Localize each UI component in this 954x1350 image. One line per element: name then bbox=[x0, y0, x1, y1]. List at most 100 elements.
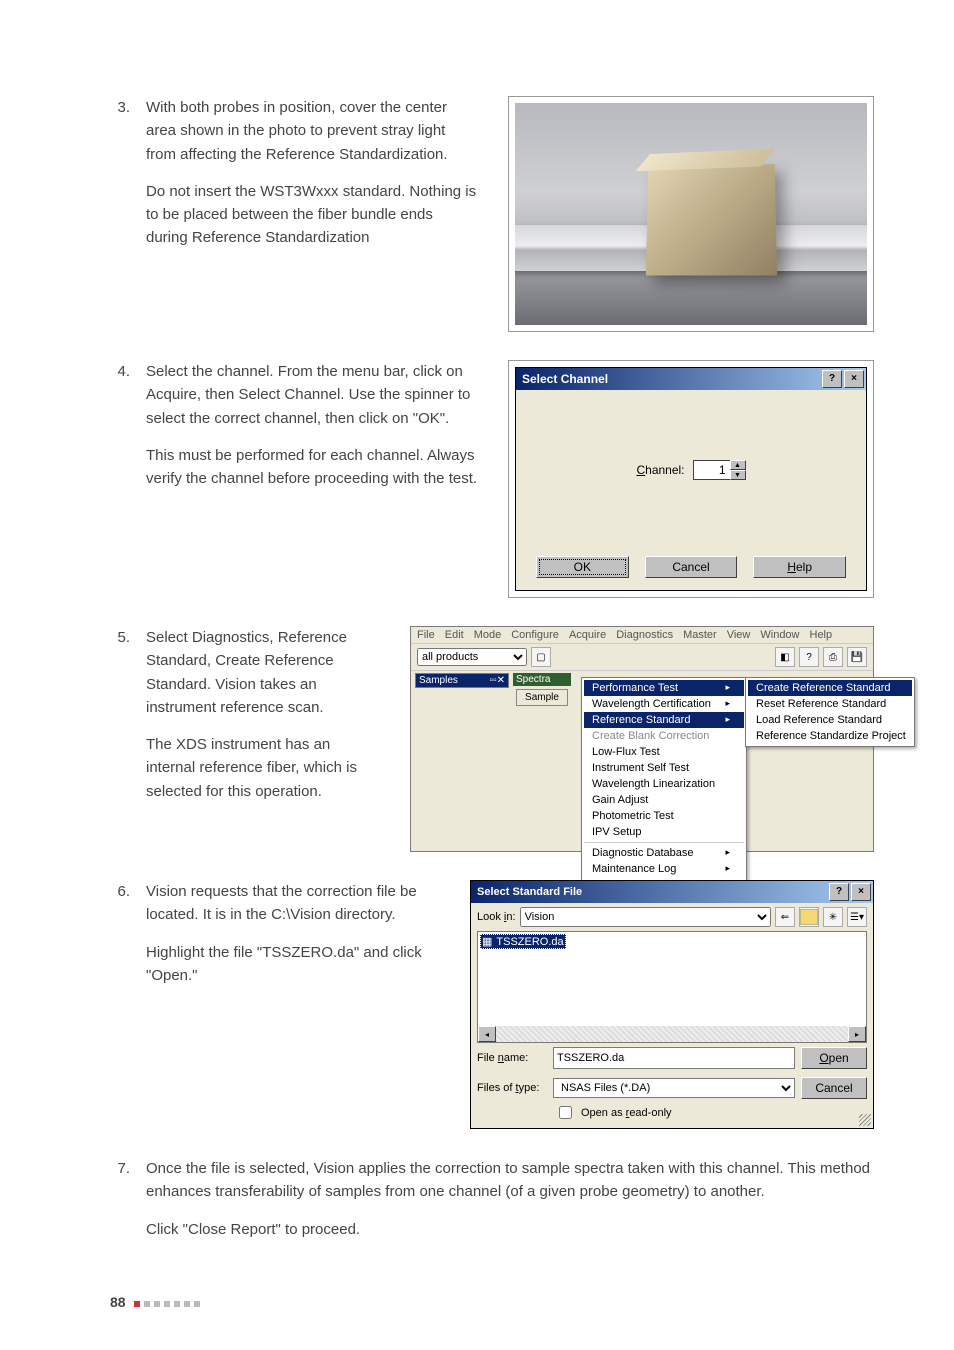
dialog-title: Select Standard File bbox=[477, 886, 582, 898]
photo-frame bbox=[508, 96, 874, 332]
channel-spinner[interactable]: ▲ ▼ bbox=[693, 460, 746, 480]
menu-edit[interactable]: Edit bbox=[445, 629, 464, 641]
menu-help[interactable]: Help bbox=[810, 629, 833, 641]
help-icon[interactable]: ? bbox=[829, 883, 849, 901]
menu-master[interactable]: Master bbox=[683, 629, 717, 641]
filetype-label: Files of type: bbox=[477, 1082, 547, 1094]
step-text: Click "Close Report" to proceed. bbox=[146, 1218, 874, 1241]
dialog-frame: Select Channel ? × Channel: ▲ ▼ bbox=[508, 360, 874, 598]
filename-label: File name: bbox=[477, 1052, 547, 1064]
up-folder-icon[interactable] bbox=[799, 907, 819, 927]
menu-item[interactable]: IPV Setup bbox=[584, 824, 744, 840]
close-icon[interactable]: × bbox=[844, 370, 864, 388]
footer-dots-icon bbox=[134, 1294, 204, 1310]
view-menu-icon[interactable]: ☰▾ bbox=[847, 907, 867, 927]
step-text: This must be performed for each channel.… bbox=[146, 444, 478, 491]
open-button[interactable]: Open bbox=[801, 1047, 867, 1069]
step-text: Vision requests that the correction file… bbox=[146, 880, 440, 927]
scroll-right-icon[interactable]: ▸ bbox=[848, 1026, 866, 1042]
menu-item[interactable]: Reset Reference Standard bbox=[748, 696, 912, 712]
window-controls[interactable]: ▫▫✕ bbox=[490, 675, 505, 686]
menu-view[interactable]: View bbox=[727, 629, 751, 641]
menu-item: Create Blank Correction bbox=[584, 728, 744, 744]
spinner-up-icon[interactable]: ▲ bbox=[730, 460, 746, 470]
step-number: 3. bbox=[110, 96, 130, 264]
step-number: 5. bbox=[110, 626, 130, 817]
menu-item[interactable]: Low-Flux Test bbox=[584, 744, 744, 760]
menu-diagnostics[interactable]: Diagnostics bbox=[616, 629, 673, 641]
tool-icon[interactable]: ◧ bbox=[775, 647, 795, 667]
menu-acquire[interactable]: Acquire bbox=[569, 629, 606, 641]
close-icon[interactable]: × bbox=[851, 883, 871, 901]
file-item-selected[interactable]: ▦ TSSZERO.da bbox=[480, 934, 566, 949]
menu-item[interactable]: Wavelength Certification bbox=[584, 696, 744, 712]
dialog-titlebar[interactable]: Select Standard File ? × bbox=[471, 881, 873, 903]
select-channel-dialog: Select Channel ? × Channel: ▲ ▼ bbox=[515, 367, 867, 591]
menu-configure[interactable]: Configure bbox=[511, 629, 559, 641]
menu-item[interactable]: Maintenance Log bbox=[584, 861, 744, 877]
reference-standard-submenu[interactable]: Create Reference Standard Reset Referenc… bbox=[745, 677, 915, 747]
ok-button[interactable]: OK bbox=[536, 556, 629, 578]
new-folder-icon[interactable]: ✳ bbox=[823, 907, 843, 927]
menu-item[interactable]: Gain Adjust bbox=[584, 792, 744, 808]
step-text: Highlight the file "TSSZERO.da" and clic… bbox=[146, 941, 440, 988]
filename-input[interactable] bbox=[553, 1047, 795, 1069]
step-text: The XDS instrument has an internal refer… bbox=[146, 733, 380, 803]
step-text: With both probes in position, cover the … bbox=[146, 96, 478, 166]
spinner-down-icon[interactable]: ▼ bbox=[730, 470, 746, 480]
lookin-combo[interactable]: Vision bbox=[520, 907, 771, 927]
step-number: 7. bbox=[110, 1157, 130, 1241]
step-6: 6. Vision requests that the correction f… bbox=[110, 880, 440, 1001]
menu-item[interactable]: Photometric Test bbox=[584, 808, 744, 824]
spectra-title: Spectra bbox=[513, 673, 571, 686]
sample-button[interactable]: Sample bbox=[516, 689, 568, 706]
help-icon[interactable]: ? bbox=[822, 370, 842, 388]
scroll-left-icon[interactable]: ◂ bbox=[478, 1026, 496, 1042]
cancel-button[interactable]: Cancel bbox=[645, 556, 738, 578]
horizontal-scrollbar[interactable]: ◂ ▸ bbox=[478, 1026, 866, 1042]
cancel-button[interactable]: Cancel bbox=[801, 1077, 867, 1099]
product-combo[interactable]: all products bbox=[417, 648, 527, 666]
menu-mode[interactable]: Mode bbox=[474, 629, 502, 641]
menu-item-create-reference-standard[interactable]: Create Reference Standard bbox=[748, 680, 912, 696]
help-button[interactable]: Help bbox=[753, 556, 846, 578]
step-text: Select the channel. From the menu bar, c… bbox=[146, 360, 478, 430]
lookin-label: Look in: bbox=[477, 911, 516, 923]
menu-item[interactable]: Instrument Self Test bbox=[584, 760, 744, 776]
menu-window[interactable]: Window bbox=[760, 629, 799, 641]
new-doc-icon[interactable]: ▢ bbox=[531, 647, 551, 667]
back-icon[interactable]: ⇐ bbox=[775, 907, 795, 927]
menu-bar[interactable]: File Edit Mode Configure Acquire Diagnos… bbox=[411, 627, 873, 644]
file-list[interactable]: ▦ TSSZERO.da ◂ ▸ bbox=[477, 931, 867, 1043]
probe-photo bbox=[515, 103, 867, 325]
file-icon: ▦ bbox=[482, 935, 492, 948]
readonly-label: Open as read-only bbox=[581, 1107, 672, 1119]
menu-item[interactable]: Wavelength Linearization bbox=[584, 776, 744, 792]
toolbar: all products ▢ ◧ ? ⎙ 💾 bbox=[411, 644, 873, 671]
dialog-title: Select Channel bbox=[522, 372, 608, 386]
select-standard-file-dialog: Select Standard File ? × Look in: Vision… bbox=[470, 880, 874, 1129]
menu-item[interactable]: Reference Standardize Project bbox=[748, 728, 912, 744]
step-3: 3. With both probes in position, cover t… bbox=[110, 96, 478, 264]
menu-item[interactable]: Diagnostic Database bbox=[584, 845, 744, 861]
step-number: 4. bbox=[110, 360, 130, 504]
save-icon[interactable]: 💾 bbox=[847, 647, 867, 667]
readonly-checkbox[interactable] bbox=[559, 1106, 572, 1119]
context-help-icon[interactable]: ? bbox=[799, 647, 819, 667]
filetype-combo[interactable]: NSAS Files (*.DA) bbox=[553, 1078, 795, 1098]
step-text: Select Diagnostics, Reference Standard, … bbox=[146, 626, 380, 719]
channel-label: Channel: bbox=[636, 463, 684, 477]
dialog-titlebar[interactable]: Select Channel ? × bbox=[516, 368, 866, 390]
resize-grip-icon[interactable] bbox=[859, 1114, 871, 1126]
step-7: 7. Once the file is selected, Vision app… bbox=[110, 1157, 874, 1241]
step-text: Once the file is selected, Vision applie… bbox=[146, 1157, 874, 1204]
menu-item[interactable]: Performance Test bbox=[584, 680, 744, 696]
print-icon[interactable]: ⎙ bbox=[823, 647, 843, 667]
menu-item-reference-standard[interactable]: Reference Standard bbox=[584, 712, 744, 728]
step-5: 5. Select Diagnostics, Reference Standar… bbox=[110, 626, 380, 817]
menu-item[interactable]: Load Reference Standard bbox=[748, 712, 912, 728]
channel-input[interactable] bbox=[693, 460, 730, 480]
spectra-window: Spectra Sample bbox=[513, 673, 571, 709]
menu-file[interactable]: File bbox=[417, 629, 435, 641]
samples-window: Samples▫▫✕ bbox=[415, 673, 509, 688]
